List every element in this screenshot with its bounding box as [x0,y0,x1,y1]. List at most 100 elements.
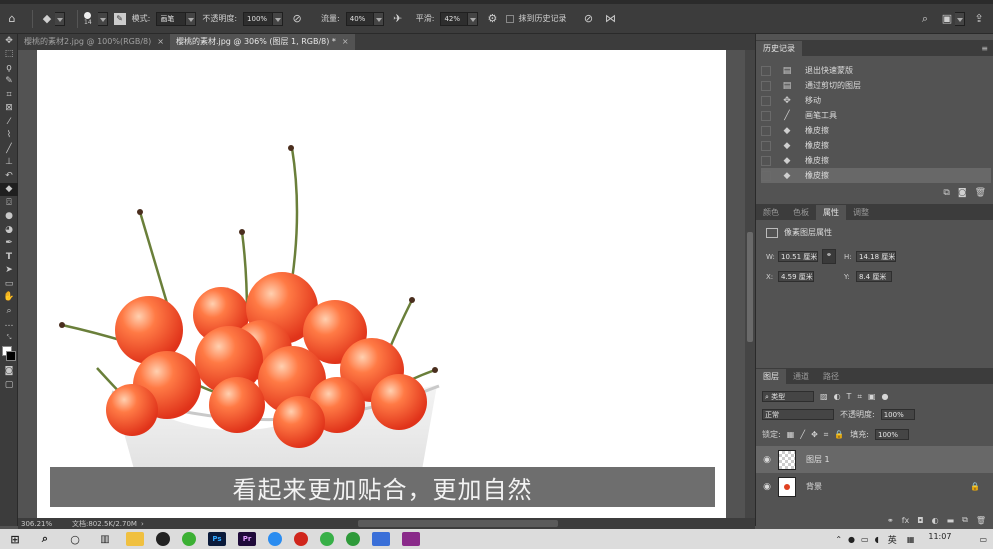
screen-mode-button[interactable]: ▢ [0,378,18,392]
eraser-tool[interactable]: ◆ [0,182,18,196]
task-view-icon[interactable]: ▥ [96,532,114,546]
lasso-tool[interactable]: ϙ [0,61,18,75]
snapshot-camera-icon[interactable]: ◙ [958,188,967,198]
history-item[interactable]: ▤ 退出快速蒙版 [761,63,991,78]
tab-layers[interactable]: 图层 [756,369,786,384]
tab-document-2[interactable]: 樱桃的素材.jpg @ 306% (图层 1, RGB/8) * × [169,34,355,50]
frame-tool[interactable]: ⊠ [0,102,18,116]
history-item-current[interactable]: ◆ 橡皮擦 [761,168,991,183]
stamp-tool[interactable]: ⊥ [0,156,18,170]
background-color[interactable] [6,350,16,361]
lock-transparency-icon[interactable]: ▦ [787,430,795,439]
kind-filter-select[interactable]: ⌕ 类型 [762,391,814,402]
lock-pixels-icon[interactable]: ╱ [800,430,805,439]
notification-icon[interactable]: ▭ [979,535,987,544]
ime-grid-icon[interactable]: ▦ [907,535,915,544]
history-source-checkbox[interactable] [761,80,771,91]
qq-icon[interactable] [156,532,170,546]
tool-preset-picker[interactable]: ◆ [39,4,65,34]
history-item[interactable]: ✥ 移动 [761,93,991,108]
tab-channels[interactable]: 通道 [786,369,816,384]
trash-icon[interactable]: 🗑 [975,188,986,198]
history-source-checkbox[interactable] [761,65,771,76]
history-item[interactable]: ╱ 画笔工具 [761,108,991,123]
artboard-icon[interactable]: ⌗ [824,430,829,440]
group-folder-icon[interactable]: ▬ [947,516,955,525]
history-source-checkbox[interactable] [761,170,771,181]
pressure-size-button[interactable]: ⊘ [580,4,596,34]
tab-swatches[interactable]: 色板 [786,205,816,220]
blend-mode-select[interactable]: 正常 [762,409,834,420]
move-tool[interactable]: ✥ [0,34,18,48]
quick-mask-button[interactable]: ◙ [0,365,18,379]
winrar-icon[interactable] [402,532,420,546]
eyedropper-tool[interactable]: ⁄ [0,115,18,129]
history-item[interactable]: ▤ 通过剪切的图层 [761,78,991,93]
pen-tool[interactable]: ✒ [0,237,18,251]
gradient-tool[interactable]: ⌼ [0,196,18,210]
symmetry-button[interactable]: ⋈ [602,4,618,34]
history-item[interactable]: ◆ 橡皮擦 [761,138,991,153]
dodge-tool[interactable]: ◕ [0,223,18,237]
pressure-opacity-button[interactable]: ⊘ [289,4,305,34]
smoothing-options-button[interactable]: ⚙ [484,4,500,34]
horizontal-scroll-thumb[interactable] [358,520,558,527]
layer-row-background[interactable]: ◉ 背景 🔒 [756,473,993,500]
blur-tool[interactable]: ● [0,210,18,224]
history-source-checkbox[interactable] [761,95,771,106]
type-tool[interactable]: T [0,250,18,264]
adjustment-filter-icon[interactable]: ◐ [834,392,841,401]
shape-filter-icon[interactable]: ⌗ [857,392,862,402]
brush-preset-picker[interactable]: 14 [84,4,92,34]
history-source-checkbox[interactable] [761,125,771,136]
zoom-level[interactable]: 306.21% [18,520,58,528]
close-icon[interactable]: × [157,37,164,46]
green-app-icon[interactable] [320,532,334,546]
rectangle-tool[interactable]: ▭ [0,277,18,291]
tab-color[interactable]: 颜色 [756,205,786,220]
healing-tool[interactable]: ⌇ [0,129,18,143]
pixel-filter-icon[interactable]: ▨ [820,392,828,401]
hand-tool[interactable]: ✋ [0,291,18,305]
zoom-tool[interactable]: ⌕ [0,304,18,318]
history-source-checkbox[interactable] [761,140,771,151]
history-item[interactable]: ◆ 橡皮擦 [761,153,991,168]
history-source-checkbox[interactable] [761,155,771,166]
eye-icon[interactable]: ◉ [756,455,778,465]
tab-paths[interactable]: 路径 [816,369,846,384]
quick-select-tool[interactable]: ✎ [0,75,18,89]
document-canvas[interactable] [37,50,726,518]
browser-icon[interactable] [346,532,360,546]
width-field[interactable]: 10.51 厘米 [778,251,818,262]
tab-adjustments[interactable]: 调整 [846,205,876,220]
more-tools[interactable]: … [0,318,18,332]
color-swatches[interactable] [0,345,18,365]
flow-field[interactable]: 40% [345,4,384,34]
mode-select[interactable]: 画笔 [156,4,197,34]
trash-icon[interactable]: 🗑 [976,516,986,525]
airbrush-button[interactable]: ✈ [390,4,406,34]
status-arrow-icon[interactable]: › [141,520,144,528]
layer-opacity-field[interactable]: 100% [880,409,915,420]
link-icon[interactable]: ⚭ [822,249,836,264]
layer-row-layer1[interactable]: ◉ 图层 1 [756,446,993,473]
fx-icon[interactable]: fx [902,516,910,525]
panel-menu-icon[interactable]: ≡ [981,44,988,53]
share-button[interactable]: ⇪ [971,4,987,34]
cortana-icon[interactable]: ○ [66,532,84,546]
clock[interactable]: 11:07 [928,532,951,541]
eye-icon[interactable]: ◉ [756,482,778,492]
add-mask-icon[interactable]: ◘ [917,516,923,525]
x-field[interactable]: 4.59 厘米 [778,271,814,282]
smoothing-field[interactable]: 42% [440,4,479,34]
height-field[interactable]: 14.18 厘米 [856,251,896,262]
vertical-scroll-thumb[interactable] [747,232,753,342]
tray-chevron-icon[interactable]: ⌃ [835,535,842,544]
marquee-tool[interactable]: ⬚ [0,48,18,62]
netease-music-icon[interactable] [294,532,308,546]
photoshop-icon[interactable]: Ps [208,532,226,546]
type-filter-icon[interactable]: T [847,392,852,401]
windows-start-icon[interactable]: ⊞ [6,532,24,546]
tab-document-1[interactable]: 樱桃的素材2.jpg @ 100%(RGB/8) × [18,34,170,50]
close-icon[interactable]: × [342,37,349,46]
